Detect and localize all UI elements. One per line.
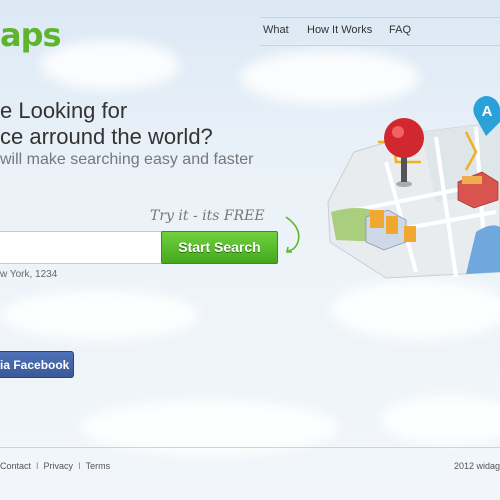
copyright-text: 2012 widag [453,461,500,471]
hero-headline-line2: ce arround the world? [0,124,213,149]
cloud-decoration [0,290,200,340]
footer-link-privacy[interactable]: Privacy [44,461,74,471]
footer-links: Contact I Privacy I Terms [0,461,111,471]
curved-arrow-icon [285,216,300,253]
search-input[interactable] [0,231,163,264]
try-it-free-note: Try it - its FREE [150,208,265,224]
start-search-button[interactable]: Start Search [161,231,278,264]
search-example-hint: w York, 1234 [0,269,58,280]
cloud-decoration [330,280,500,340]
nav-item-what[interactable]: What [263,24,289,36]
footer-divider [0,447,500,448]
nav-item-how-it-works[interactable]: How It Works [307,24,372,36]
top-navigation: What How It Works FAQ [260,17,500,46]
nav-item-faq[interactable]: FAQ [389,24,411,36]
facebook-login-button[interactable]: ia Facebook [0,351,74,378]
hero-subline: will make searching easy and faster [0,151,254,168]
map-pin-illustration: A [327,96,500,279]
footer-link-terms[interactable]: Terms [86,461,111,471]
footer-link-contact[interactable]: Contact [0,461,31,471]
hero-headline-line1: e Looking for [0,98,128,123]
brand-logo[interactable]: aps [0,16,62,54]
cloud-decoration [40,40,180,90]
cloud-decoration [380,395,500,445]
marker-letter: A [482,103,493,120]
